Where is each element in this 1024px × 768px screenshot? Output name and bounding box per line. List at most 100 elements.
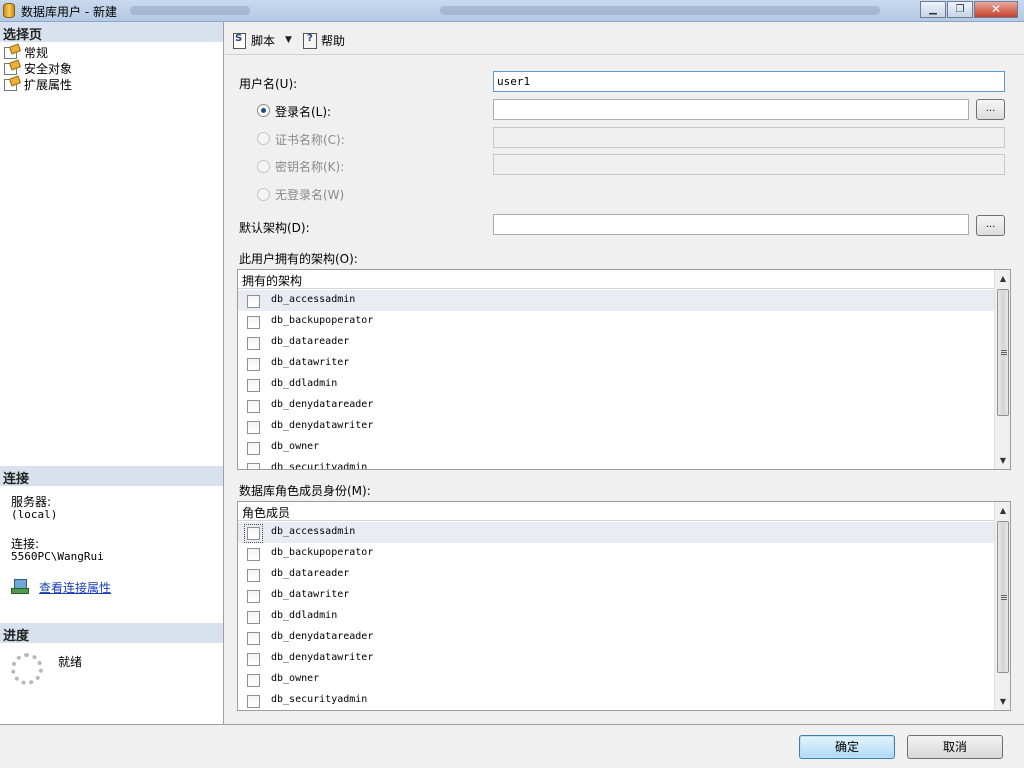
scrollbar-thumb[interactable] xyxy=(997,289,1009,416)
owned-schemas-column-header[interactable]: 拥有的架构 xyxy=(238,270,995,289)
schema-checkbox[interactable] xyxy=(247,337,260,350)
role-membership-scrollbar[interactable]: ▲ ▼ xyxy=(994,502,1010,710)
schema-checkbox[interactable] xyxy=(247,442,260,455)
connection-header: 连接 xyxy=(0,466,223,487)
default-schema-input[interactable] xyxy=(493,214,969,235)
script-icon xyxy=(231,32,247,49)
login-name-browse-button[interactable]: ... xyxy=(976,99,1005,120)
role-checkbox[interactable] xyxy=(247,695,260,708)
role-checkbox[interactable] xyxy=(247,632,260,645)
table-row[interactable]: db_backupoperator xyxy=(238,543,995,564)
table-row[interactable]: db_owner xyxy=(238,669,995,690)
table-row[interactable]: db_securityadmin xyxy=(238,690,995,710)
default-schema-browse-button[interactable]: ... xyxy=(976,215,1005,236)
toolbar: 脚本 ▼ 帮助 xyxy=(225,22,1024,55)
table-row[interactable]: db_datareader xyxy=(238,564,995,585)
schema-checkbox[interactable] xyxy=(247,400,260,413)
role-name: db_securityadmin xyxy=(271,694,368,705)
scrollbar-grip xyxy=(1001,599,1007,600)
title-bar: 数据库用户 - 新建 ▁ ❐ ✕ xyxy=(0,0,1024,22)
close-button[interactable]: ✕ xyxy=(974,1,1018,18)
table-row[interactable]: db_denydatawriter xyxy=(238,416,995,437)
schema-name: db_datareader xyxy=(271,336,350,347)
cancel-button[interactable]: 取消 xyxy=(907,735,1003,759)
key-input xyxy=(493,154,1005,175)
scroll-up-icon[interactable]: ▲ xyxy=(995,502,1010,519)
scrollbar-grip xyxy=(1001,595,1007,596)
schema-checkbox[interactable] xyxy=(247,295,260,308)
progress-spinner-icon xyxy=(11,653,43,685)
progress-status: 就绪 xyxy=(58,655,83,669)
table-row[interactable]: db_denydatareader xyxy=(238,395,995,416)
scrollbar-grip xyxy=(1001,350,1007,351)
table-row[interactable]: db_datareader xyxy=(238,332,995,353)
table-row[interactable]: db_denydatareader xyxy=(238,627,995,648)
scroll-down-icon[interactable]: ▼ xyxy=(995,693,1010,710)
maximize-button[interactable]: ❐ xyxy=(947,1,973,18)
scrollbar-thumb[interactable] xyxy=(997,521,1009,673)
table-row[interactable]: db_owner xyxy=(238,437,995,458)
schema-name: db_accessadmin xyxy=(271,294,356,305)
script-button[interactable]: 脚本 ▼ xyxy=(231,31,292,49)
table-row[interactable]: db_backupoperator xyxy=(238,311,995,332)
page-item-extended-properties[interactable]: 扩展属性 xyxy=(4,76,72,92)
page-item-securables[interactable]: 安全对象 xyxy=(4,60,72,76)
title-bar-blur xyxy=(440,6,880,15)
schema-checkbox[interactable] xyxy=(247,463,260,469)
key-radio[interactable] xyxy=(257,160,270,173)
schema-checkbox[interactable] xyxy=(247,421,260,434)
login-name-label: 登录名(L): xyxy=(275,105,332,119)
login-name-input[interactable] xyxy=(493,99,969,120)
role-checkbox[interactable] xyxy=(247,548,260,561)
login-name-radio[interactable] xyxy=(257,104,270,117)
role-membership-column-header[interactable]: 角色成员 xyxy=(238,502,995,521)
schema-name: db_backupoperator xyxy=(271,315,374,326)
role-checkbox[interactable] xyxy=(244,524,263,543)
help-button[interactable]: 帮助 xyxy=(301,31,345,49)
table-row[interactable]: db_datawriter xyxy=(238,353,995,374)
role-name: db_ddladmin xyxy=(271,610,338,621)
minimize-button[interactable]: ▁ xyxy=(920,1,946,18)
table-row[interactable]: db_ddladmin xyxy=(238,606,995,627)
schema-checkbox[interactable] xyxy=(247,358,260,371)
owned-schemas-scrollbar[interactable]: ▲ ▼ xyxy=(994,270,1010,469)
help-icon xyxy=(301,32,317,49)
ok-button[interactable]: 确定 xyxy=(799,735,895,759)
schema-name: db_securityadmin xyxy=(271,462,368,470)
table-row[interactable]: db_securityadmin xyxy=(238,458,995,470)
page-icon xyxy=(4,77,20,91)
database-icon xyxy=(3,3,15,18)
dialog-footer: 确定 取消 xyxy=(0,724,1024,768)
role-checkbox[interactable] xyxy=(247,590,260,603)
schema-name: db_ddladmin xyxy=(271,378,338,389)
role-checkbox[interactable] xyxy=(247,569,260,582)
table-row[interactable]: db_accessadmin xyxy=(238,290,995,311)
scroll-up-icon[interactable]: ▲ xyxy=(995,270,1010,287)
connection-properties-icon xyxy=(11,579,29,594)
chevron-down-icon[interactable]: ▼ xyxy=(285,35,292,45)
view-connection-properties-link[interactable]: 查看连接属性 xyxy=(39,579,111,596)
page-icon xyxy=(4,45,20,59)
table-row[interactable]: db_ddladmin xyxy=(238,374,995,395)
certificate-radio[interactable] xyxy=(257,132,270,145)
role-checkbox[interactable] xyxy=(247,653,260,666)
schema-checkbox[interactable] xyxy=(247,379,260,392)
table-row[interactable]: db_denydatawriter xyxy=(238,648,995,669)
script-label: 脚本 xyxy=(251,33,276,48)
role-name: db_denydatawriter xyxy=(271,652,374,663)
username-input[interactable] xyxy=(493,71,1005,92)
owned-schemas-grid: 拥有的架构 db_accessadmin db_backupoperator d… xyxy=(237,269,1011,470)
progress-header: 进度 xyxy=(0,623,223,644)
no-login-radio[interactable] xyxy=(257,188,270,201)
table-row[interactable]: db_datawriter xyxy=(238,585,995,606)
role-checkbox[interactable] xyxy=(247,611,260,624)
page-item-label: 扩展属性 xyxy=(24,77,73,92)
role-checkbox[interactable] xyxy=(247,674,260,687)
schema-checkbox[interactable] xyxy=(247,316,260,329)
table-row[interactable]: db_accessadmin xyxy=(238,522,995,543)
page-item-general[interactable]: 常规 xyxy=(4,44,48,60)
default-schema-label: 默认架构(D): xyxy=(239,221,310,235)
scroll-down-icon[interactable]: ▼ xyxy=(995,452,1010,469)
server-value: (local) xyxy=(11,508,58,521)
schema-name: db_datawriter xyxy=(271,357,350,368)
